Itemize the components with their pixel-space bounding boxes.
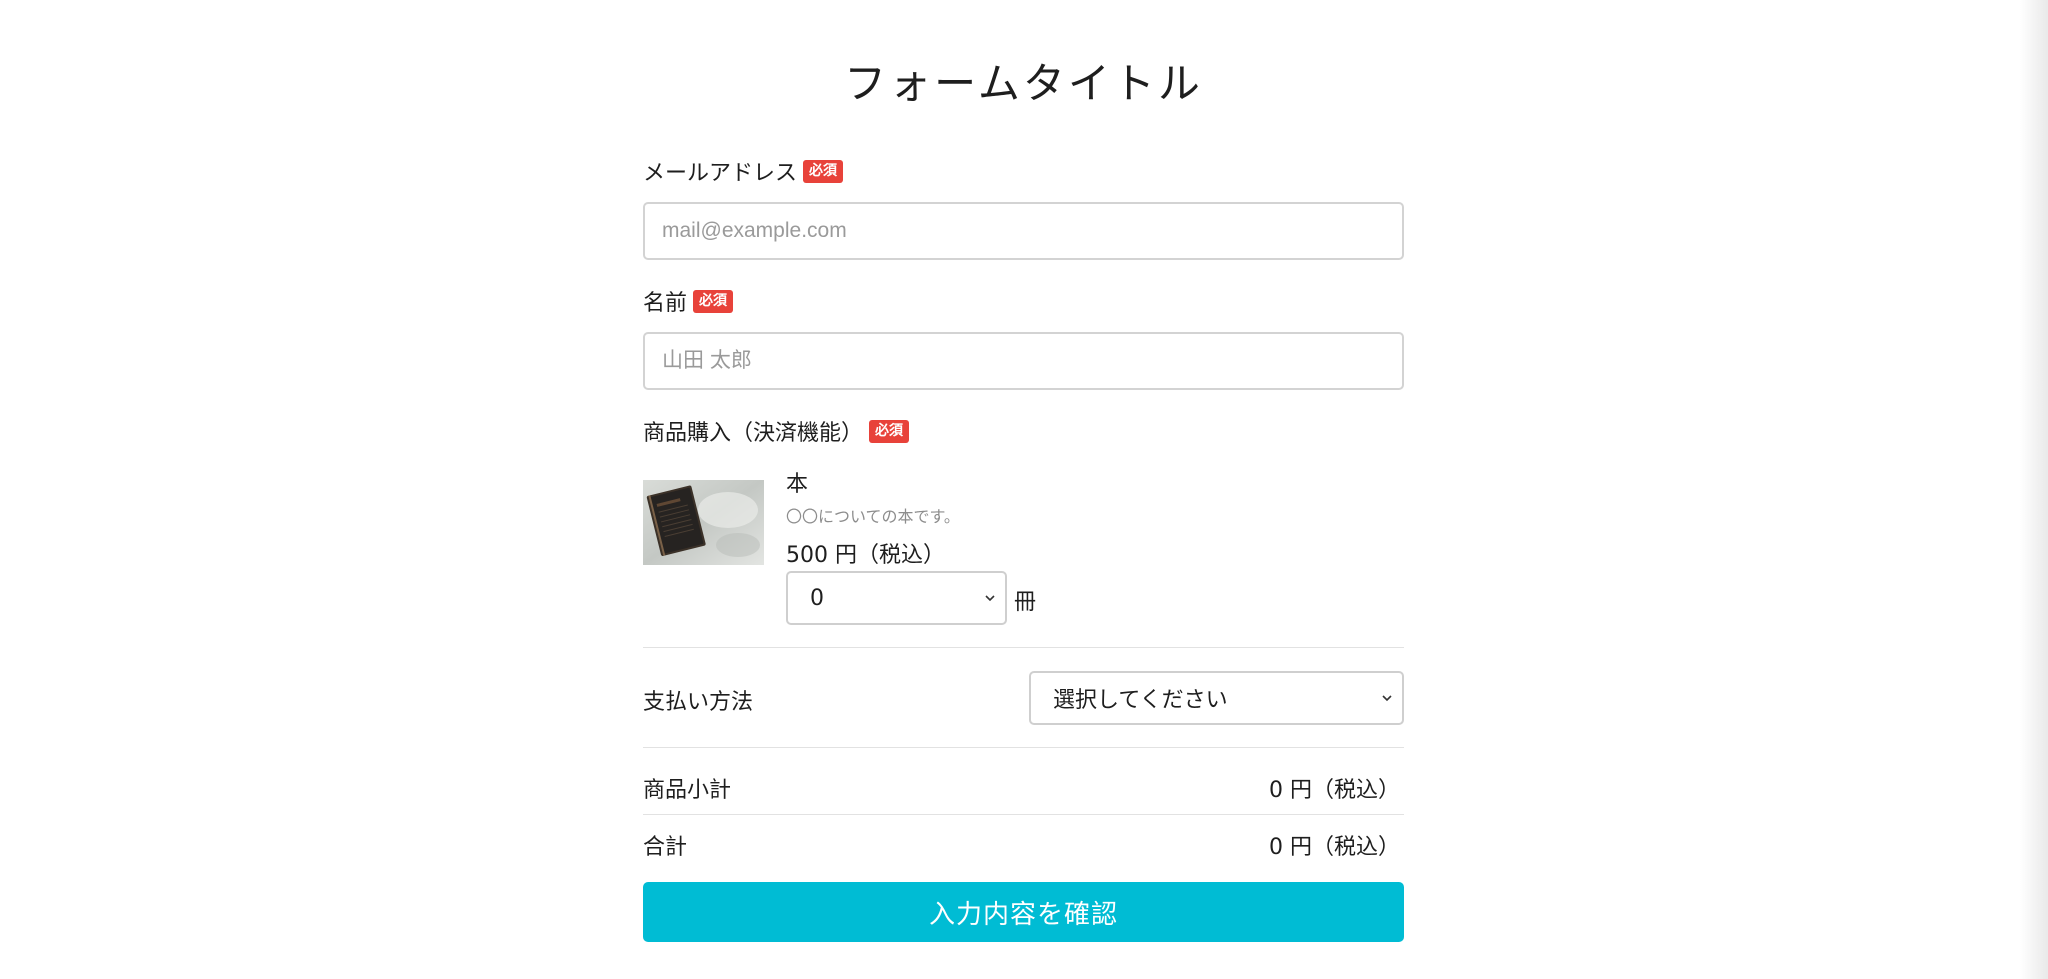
payment-label: 支払い方法 bbox=[643, 690, 754, 715]
divider bbox=[643, 647, 1404, 648]
name-input[interactable] bbox=[643, 332, 1404, 390]
form-title: フォームタイトル bbox=[844, 59, 1203, 108]
purchase-label: 商品購入（決済機能） bbox=[643, 421, 864, 446]
product-name: 本 bbox=[786, 472, 809, 497]
email-label-row: メールアドレス 必須 bbox=[643, 155, 844, 187]
name-label-row: 名前 必須 bbox=[643, 285, 734, 317]
subtotal-label: 商品小計 bbox=[643, 778, 732, 803]
required-badge: 必須 bbox=[869, 419, 910, 443]
divider bbox=[643, 814, 1404, 815]
book-image bbox=[643, 480, 764, 565]
chevron-down-icon bbox=[985, 595, 995, 602]
divider bbox=[643, 747, 1404, 748]
email-input[interactable] bbox=[643, 202, 1404, 260]
required-badge: 必須 bbox=[693, 289, 734, 313]
email-label: メールアドレス bbox=[643, 161, 798, 186]
payment-selected-value: 選択してください bbox=[1053, 688, 1228, 713]
name-label: 名前 bbox=[643, 291, 688, 316]
total-value: 0 円（税込） bbox=[1269, 835, 1400, 860]
quantity-selected-value: 0 bbox=[810, 585, 824, 611]
product-price: 500 円（税込） bbox=[786, 543, 945, 568]
page: フォームタイトル メールアドレス 必須 名前 必須 商品購入（決済機能） 必須 bbox=[0, 0, 2048, 979]
subtotal-value: 0 円（税込） bbox=[1269, 778, 1400, 803]
total-label: 合計 bbox=[643, 835, 688, 860]
window-edge-shadow bbox=[2020, 0, 2048, 979]
required-badge: 必須 bbox=[803, 159, 844, 183]
product-description: 〇〇についての本です。 bbox=[786, 507, 960, 526]
purchase-label-row: 商品購入（決済機能） 必須 bbox=[643, 415, 910, 447]
confirm-input-button[interactable]: 入力内容を確認 bbox=[643, 882, 1404, 942]
payment-method-select[interactable]: 選択してください bbox=[1029, 671, 1404, 725]
chevron-down-icon bbox=[1382, 695, 1392, 702]
quantity-select[interactable]: 0 bbox=[786, 571, 1007, 625]
quantity-unit: 冊 bbox=[1014, 590, 1037, 615]
